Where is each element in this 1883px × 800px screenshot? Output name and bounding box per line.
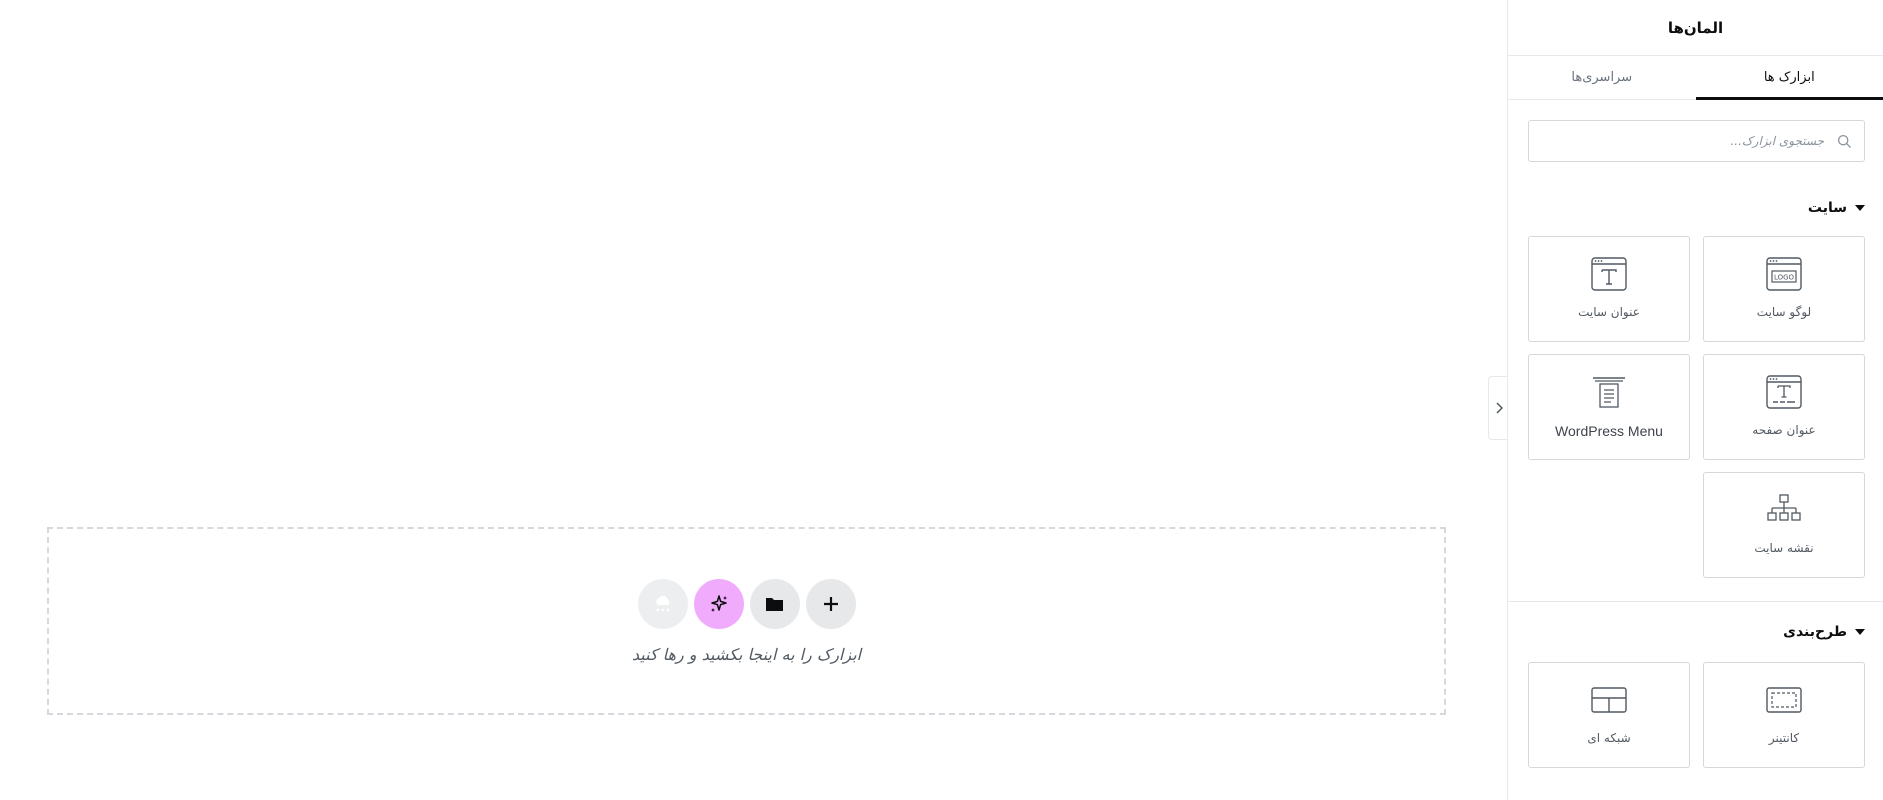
tab-label: سراسری‌ها [1571, 70, 1633, 85]
site-title-icon [1591, 255, 1627, 293]
template-library-button[interactable] [749, 579, 800, 629]
tab-label: ابزارک ها [1763, 70, 1815, 85]
section-divider [1508, 601, 1883, 602]
tab-globals[interactable]: سراسری‌ها [1508, 56, 1696, 99]
panel-collapse-handle[interactable] [1488, 376, 1508, 440]
widget-label: WordPress Menu [1555, 423, 1663, 439]
section-title: طرح‌بندی [1783, 624, 1847, 640]
widget-page-title[interactable]: عنوان صفحه [1703, 354, 1865, 460]
widget-grid-layout: کانتینر شبکه ای [1508, 662, 1883, 782]
drop-zone-hint: ابزارک را به اینجا بکشید و رها کنید [631, 645, 862, 664]
panel-title: المان‌ها [1667, 18, 1724, 37]
section-title: سایت [1807, 200, 1847, 216]
widget-label: نقشه سایت [1754, 541, 1814, 555]
plus-icon [823, 596, 839, 612]
caret-down-icon [1855, 629, 1865, 635]
widget-site-title[interactable]: عنوان سایت [1528, 236, 1690, 342]
search-icon [1837, 134, 1852, 153]
add-section-button[interactable] [805, 579, 856, 629]
widget-sitemap[interactable]: نقشه سایت [1703, 472, 1865, 578]
widget-label: عنوان سایت [1578, 305, 1640, 319]
tab-widgets[interactable]: ابزارک ها [1695, 56, 1883, 100]
empty-drop-zone[interactable]: ابزارک را به اینجا بکشید و رها کنید [47, 527, 1446, 715]
widget-grid[interactable]: شبکه ای [1528, 662, 1690, 768]
search-wrapper [1508, 100, 1883, 162]
editor-canvas: ابزارک را به اینجا بکشید و رها کنید [0, 0, 1507, 800]
widget-label: لوگو سایت [1756, 305, 1812, 319]
widget-container[interactable]: کانتینر [1703, 662, 1865, 768]
site-logo-icon: LOGO [1766, 255, 1802, 293]
page-title-icon [1766, 373, 1802, 411]
panel-tabs: ابزارک ها سراسری‌ها [1508, 56, 1883, 100]
cloud-icon [652, 593, 674, 615]
ai-generate-button[interactable] [693, 579, 744, 629]
caret-down-icon [1855, 205, 1865, 211]
sitemap-icon [1766, 491, 1802, 529]
section-header-layout[interactable]: طرح‌بندی [1508, 624, 1883, 640]
widget-label: شبکه ای [1587, 731, 1631, 745]
search-box [1528, 120, 1865, 162]
widget-label: عنوان صفحه [1752, 423, 1816, 437]
ai-sparkle-icon [708, 593, 730, 615]
elements-panel: المان‌ها ابزارک ها سراسری‌ها سایت [1507, 0, 1883, 800]
widget-wordpress-menu[interactable]: WordPress Menu [1528, 354, 1690, 460]
grid-icon [1591, 681, 1627, 719]
section-header-site[interactable]: سایت [1508, 200, 1883, 216]
widget-site-logo[interactable]: LOGO لوگو سایت [1703, 236, 1865, 342]
folder-icon [765, 595, 785, 613]
add-section-buttons [49, 579, 1444, 629]
panel-header: المان‌ها [1508, 0, 1883, 56]
wordpress-menu-icon [1591, 373, 1627, 411]
cloud-templates-button[interactable] [637, 579, 688, 629]
widget-grid-site: LOGO لوگو سایت عنوان سایت عنوان صفحه Wor… [1508, 236, 1883, 602]
chevron-right-icon [1495, 399, 1503, 418]
container-icon [1766, 681, 1802, 719]
svg-text:LOGO: LOGO [1774, 274, 1795, 282]
widget-label: کانتینر [1768, 731, 1800, 745]
search-input[interactable] [1529, 121, 1864, 161]
